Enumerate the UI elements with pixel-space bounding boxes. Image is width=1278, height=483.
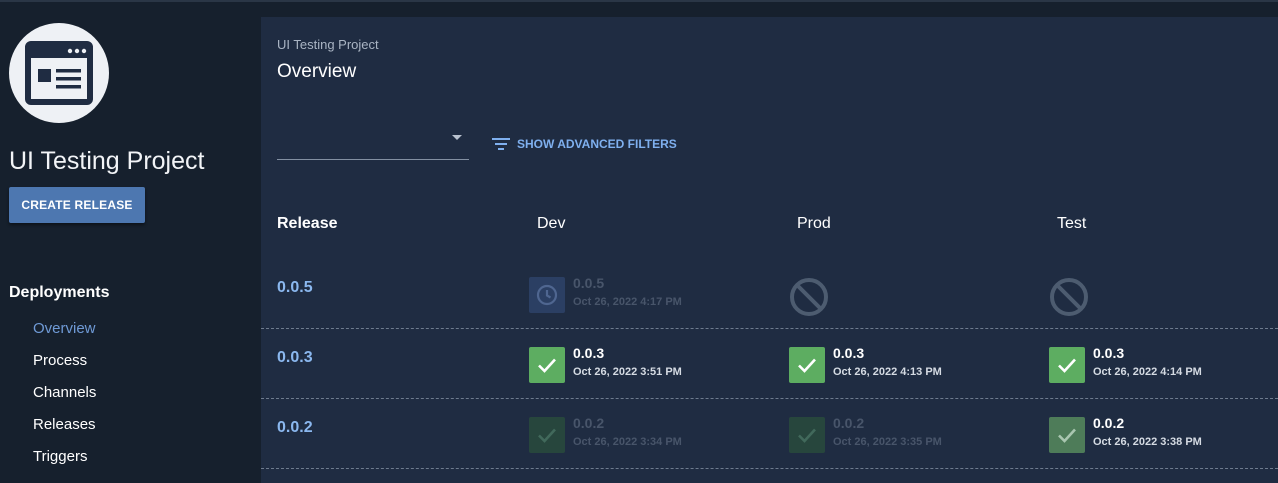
queued-status (529, 277, 565, 313)
table-row: 0.0.3 0.0.3 Oct 26, 2022 3:51 PM 0.0.3 O… (261, 329, 1278, 399)
browser-window-icon (25, 41, 93, 105)
release-version-link[interactable]: 0.0.3 (277, 349, 313, 367)
clock-icon (536, 284, 558, 306)
previous-success-status (789, 417, 825, 453)
previous-success-status (1049, 417, 1085, 453)
deployment-version: 0.0.2 (1093, 415, 1125, 431)
check-icon (538, 428, 556, 443)
overview-panel: UI Testing Project Overview SHOW ADVANCE… (261, 17, 1278, 483)
project-title: UI Testing Project (9, 147, 205, 175)
check-icon (538, 358, 556, 373)
channel-select[interactable] (277, 127, 469, 160)
column-header-release: Release (277, 215, 338, 232)
deployment-version: 0.0.3 (1093, 345, 1125, 361)
column-header-test: Test (1057, 215, 1087, 232)
deployment-version: 0.0.2 (573, 415, 605, 431)
project-logo[interactable] (9, 23, 109, 123)
table-row: 0.0.5 0.0.5 Oct 26, 2022 4:17 PM (261, 259, 1278, 329)
column-header-dev: Dev (537, 215, 566, 232)
deployment-date: Oct 26, 2022 4:17 PM (573, 296, 682, 308)
nav-heading-deployments: Deployments (9, 284, 110, 301)
nav-item-triggers[interactable]: Triggers (33, 448, 87, 465)
row-divider (261, 468, 1278, 469)
prohibited-icon (1050, 278, 1088, 316)
deployment-date: Oct 26, 2022 3:38 PM (1093, 436, 1202, 448)
breadcrumb[interactable]: UI Testing Project (277, 37, 379, 52)
deployment-version: 0.0.2 (833, 415, 865, 431)
nav-item-channels[interactable]: Channels (33, 384, 96, 401)
deployment-date: Oct 26, 2022 4:13 PM (833, 366, 942, 378)
success-status (529, 347, 565, 383)
create-release-button[interactable]: CREATE RELEASE (9, 187, 145, 223)
chevron-down-icon (452, 135, 462, 140)
deployment-date: Oct 26, 2022 3:35 PM (833, 436, 942, 448)
nav-item-process[interactable]: Process (33, 352, 87, 369)
table-row: 0.0.2 0.0.2 Oct 26, 2022 3:34 PM 0.0.2 O… (261, 399, 1278, 469)
check-icon (798, 428, 816, 443)
deployment-date: Oct 26, 2022 4:14 PM (1093, 366, 1202, 378)
deployment-date: Oct 26, 2022 3:51 PM (573, 366, 682, 378)
nav-item-releases[interactable]: Releases (33, 416, 96, 433)
deployment-version: 0.0.3 (573, 345, 605, 361)
check-icon (798, 358, 816, 373)
release-version-link[interactable]: 0.0.5 (277, 279, 313, 297)
deployment-version: 0.0.3 (833, 345, 865, 361)
success-status (789, 347, 825, 383)
check-icon (1058, 428, 1076, 443)
deployment-date: Oct 26, 2022 3:34 PM (573, 436, 682, 448)
show-advanced-filters-button[interactable]: SHOW ADVANCED FILTERS (491, 136, 677, 152)
advanced-filters-label: SHOW ADVANCED FILTERS (517, 137, 677, 151)
previous-success-status (529, 417, 565, 453)
success-status (1049, 347, 1085, 383)
nav-item-overview[interactable]: Overview (33, 320, 96, 337)
deployment-version: 0.0.5 (573, 275, 605, 291)
check-icon (1058, 358, 1076, 373)
page-title: Overview (277, 61, 357, 82)
column-header-prod: Prod (797, 215, 831, 232)
sidebar: UI Testing Project CREATE RELEASE Deploy… (0, 2, 261, 483)
release-version-link[interactable]: 0.0.2 (277, 419, 313, 437)
prohibited-icon (790, 278, 828, 316)
filter-lines-icon (492, 138, 510, 150)
